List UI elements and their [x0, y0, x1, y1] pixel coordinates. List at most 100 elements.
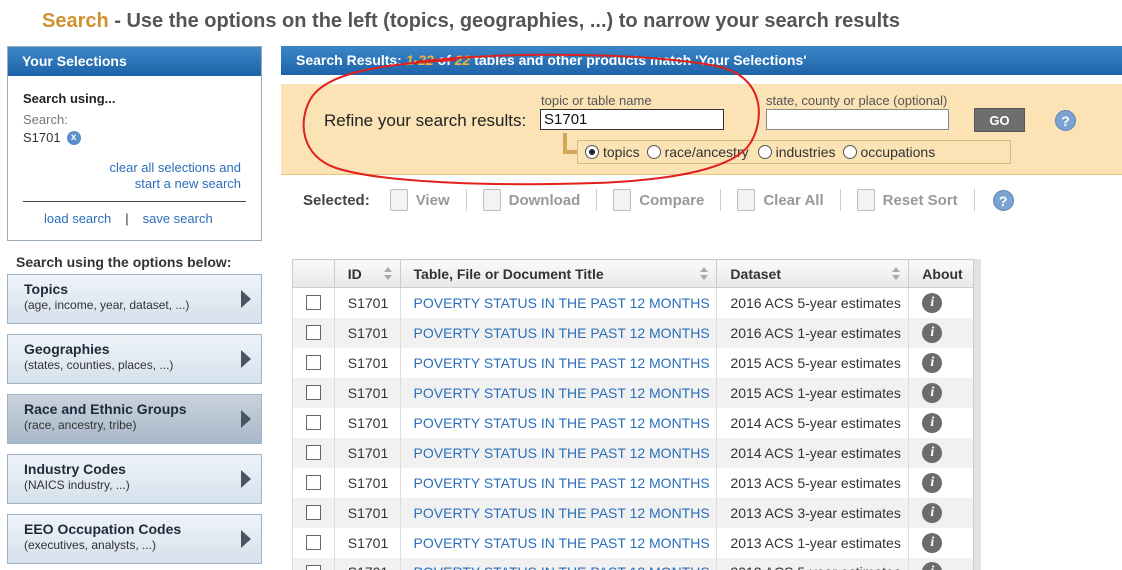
table-row: S1701 POVERTY STATUS IN THE PAST 12 MONTH…: [292, 347, 980, 378]
reset-sort-icon: [856, 189, 875, 211]
column-label: ID: [347, 265, 362, 282]
row-title-link[interactable]: POVERTY STATUS IN THE PAST 12 MONTHS: [414, 295, 710, 311]
select-column-header: [292, 259, 335, 288]
option-eeo-occupation-codes[interactable]: EEO Occupation Codes (executives, analys…: [7, 514, 262, 564]
radio-race-ancestry[interactable]: race/ancestry: [646, 144, 751, 160]
radio-unchecked-icon[interactable]: [842, 145, 857, 159]
download-button[interactable]: Download: [482, 189, 598, 211]
view-icon: [389, 189, 408, 211]
selected-search-value: S1701: [23, 130, 61, 145]
row-title-link[interactable]: POVERTY STATUS IN THE PAST 12 MONTHS: [414, 535, 710, 551]
row-dataset: 2013 ACS 1-year estimates: [716, 527, 910, 558]
sort-icon[interactable]: [700, 267, 709, 281]
go-button[interactable]: GO: [974, 108, 1025, 132]
sort-icon[interactable]: [383, 267, 392, 281]
refine-search-panel: Refine your search results: topic or tab…: [281, 84, 1122, 175]
option-geographies[interactable]: Geographies (states, counties, places, .…: [7, 334, 262, 384]
row-checkbox[interactable]: [306, 475, 321, 490]
title-column-header[interactable]: Table, File or Document Title: [399, 259, 718, 288]
table-scrollbar[interactable]: [973, 259, 981, 570]
topic-field-label: topic or table name: [541, 93, 652, 108]
row-dataset: 2016 ACS 1-year estimates: [716, 317, 910, 348]
radio-unchecked-icon[interactable]: [757, 145, 772, 159]
view-label: View: [415, 191, 450, 209]
radio-industries[interactable]: industries: [757, 144, 836, 160]
row-id: S1701: [333, 377, 401, 408]
results-of: of: [433, 52, 455, 68]
row-checkbox[interactable]: [306, 355, 321, 370]
geography-input[interactable]: [766, 109, 949, 130]
row-title-link[interactable]: POVERTY STATUS IN THE PAST 12 MONTHS: [414, 445, 710, 461]
info-icon[interactable]: i: [922, 502, 943, 523]
row-title-link[interactable]: POVERTY STATUS IN THE PAST 12 MONTHS: [414, 564, 710, 570]
results-suffix: tables and other products match 'Your Se…: [470, 52, 807, 68]
radio-unchecked-icon[interactable]: [646, 145, 661, 159]
sort-icon[interactable]: [892, 267, 901, 281]
info-icon[interactable]: i: [922, 382, 943, 403]
topic-input[interactable]: [540, 109, 724, 130]
remove-selection-icon[interactable]: x: [66, 130, 81, 145]
row-checkbox[interactable]: [306, 564, 321, 570]
table-row: S1701 POVERTY STATUS IN THE PAST 12 MONTH…: [292, 377, 980, 408]
info-icon[interactable]: i: [922, 322, 943, 343]
row-title-link[interactable]: POVERTY STATUS IN THE PAST 12 MONTHS: [414, 385, 710, 401]
reset-sort-button[interactable]: Reset Sort: [856, 189, 975, 211]
compare-button[interactable]: Compare: [613, 189, 722, 211]
row-title-cell: POVERTY STATUS IN THE PAST 12 MONTHS: [399, 557, 718, 570]
row-checkbox[interactable]: [306, 535, 321, 550]
row-about-cell: i: [908, 467, 980, 498]
row-title-cell: POVERTY STATUS IN THE PAST 12 MONTHS: [399, 437, 718, 468]
row-dataset: 2014 ACS 1-year estimates: [716, 437, 910, 468]
clear-all-button[interactable]: Clear All: [737, 189, 841, 211]
info-icon[interactable]: i: [922, 352, 943, 373]
table-header-row: ID Table, File or Document Title Dataset…: [292, 259, 980, 288]
row-title-link[interactable]: POVERTY STATUS IN THE PAST 12 MONTHS: [414, 475, 710, 491]
expand-arrow-icon: [241, 530, 251, 548]
save-search-link[interactable]: save search: [143, 211, 213, 226]
view-button[interactable]: View: [389, 189, 467, 211]
info-icon[interactable]: i: [922, 562, 943, 570]
expand-arrow-icon: [241, 290, 251, 308]
row-select-cell: [292, 407, 335, 438]
id-column-header[interactable]: ID: [333, 259, 401, 288]
row-title-cell: POVERTY STATUS IN THE PAST 12 MONTHS: [399, 497, 718, 528]
option-industry-codes[interactable]: Industry Codes (NAICS industry, ...): [7, 454, 262, 504]
clear-all-selections-link[interactable]: clear all selections and start a new sea…: [81, 160, 241, 192]
page-title-accent: Search: [42, 10, 109, 32]
radio-topics[interactable]: topics: [585, 144, 640, 160]
row-checkbox[interactable]: [306, 325, 321, 340]
row-id: S1701: [333, 467, 401, 498]
info-icon[interactable]: i: [922, 442, 943, 463]
help-icon[interactable]: ?: [992, 189, 1014, 211]
info-icon[interactable]: i: [922, 412, 943, 433]
info-icon[interactable]: i: [922, 292, 943, 313]
table-row: S1701 POVERTY STATUS IN THE PAST 12 MONTH…: [292, 287, 980, 318]
radio-checked-icon[interactable]: [585, 145, 599, 159]
load-search-link[interactable]: load search: [44, 211, 111, 226]
row-checkbox[interactable]: [306, 385, 321, 400]
option-topics[interactable]: Topics (age, income, year, dataset, ...): [7, 274, 262, 324]
info-icon[interactable]: i: [922, 532, 943, 553]
row-title-link[interactable]: POVERTY STATUS IN THE PAST 12 MONTHS: [414, 325, 710, 341]
radio-occupations[interactable]: occupations: [842, 144, 935, 160]
about-column-header: About: [908, 259, 980, 288]
help-icon[interactable]: ?: [1055, 110, 1076, 131]
row-about-cell: i: [908, 377, 980, 408]
option-race-ethnic-groups[interactable]: Race and Ethnic Groups (race, ancestry, …: [7, 394, 262, 444]
row-about-cell: i: [908, 497, 980, 528]
option-title: Topics: [24, 281, 69, 297]
option-subtitle: (NAICS industry, ...): [24, 478, 130, 492]
row-title-link[interactable]: POVERTY STATUS IN THE PAST 12 MONTHS: [414, 415, 710, 431]
dataset-column-header[interactable]: Dataset: [716, 259, 910, 288]
info-icon[interactable]: i: [922, 472, 943, 493]
row-checkbox[interactable]: [306, 505, 321, 520]
row-title-link[interactable]: POVERTY STATUS IN THE PAST 12 MONTHS: [414, 355, 710, 371]
row-checkbox[interactable]: [306, 415, 321, 430]
row-dataset: 2012 ACS 5-year estimates: [716, 557, 910, 570]
radio-label: industries: [775, 144, 836, 160]
search-results-header: Search Results: 1-22 of 22 tables and ot…: [281, 46, 1122, 75]
row-title-link[interactable]: POVERTY STATUS IN THE PAST 12 MONTHS: [414, 505, 710, 521]
row-checkbox[interactable]: [306, 445, 321, 460]
row-select-cell: [292, 437, 335, 468]
row-checkbox[interactable]: [306, 295, 321, 311]
